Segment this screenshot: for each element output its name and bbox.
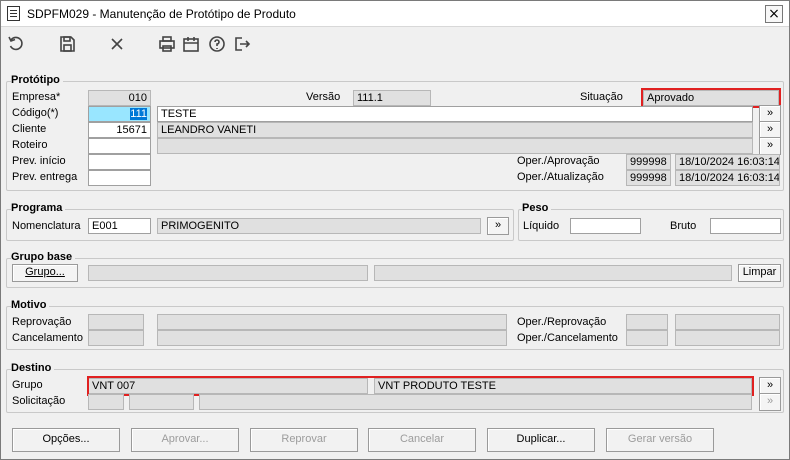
roteiro-lookup-button[interactable]: » — [759, 137, 781, 155]
cancelamento-desc — [157, 330, 507, 346]
prototipo-legend: Protótipo — [11, 74, 63, 86]
reprovacao-code — [88, 314, 144, 330]
reprovacao-label: Reprovação — [12, 316, 72, 328]
oper-cancelamento-date — [675, 330, 780, 346]
cliente-label: Cliente — [12, 123, 47, 135]
destino-grupo-label: Grupo — [12, 379, 43, 391]
peso-legend: Peso — [522, 202, 552, 214]
roteiro-desc-field — [157, 138, 753, 154]
empresa-label: Empresa* — [12, 91, 61, 103]
aprovar-button[interactable]: Aprovar... — [131, 428, 239, 452]
oper-atualizacao-label: Oper./Atualização — [517, 171, 604, 183]
prev-inicio-input[interactable] — [88, 154, 151, 170]
empresa-field: 010 — [88, 90, 151, 106]
prev-entrega-input[interactable] — [88, 170, 151, 186]
roteiro-label: Roteiro — [12, 139, 48, 151]
grupo-base-field-1 — [88, 265, 368, 281]
nomenclatura-desc-field: PRIMOGENITO — [157, 218, 481, 234]
toolbar — [1, 29, 789, 59]
codigo-value: 111 — [130, 108, 147, 120]
oper-cancelamento-user — [626, 330, 668, 346]
solicitacao-label: Solicitação — [12, 395, 66, 407]
solicitacao-field-3 — [199, 394, 752, 410]
cliente-input[interactable]: 15671 — [88, 122, 151, 138]
solicitacao-lookup-button[interactable]: » — [759, 393, 781, 411]
versao-field: 111.1 — [353, 90, 431, 106]
liquido-label: Líquido — [523, 220, 560, 232]
exit-icon[interactable] — [231, 33, 253, 55]
oper-reprovacao-user — [626, 314, 668, 330]
destino-highlight — [87, 376, 754, 396]
grupo-base-field-2 — [374, 265, 732, 281]
cancelamento-label: Cancelamento — [12, 332, 83, 344]
cancelamento-code — [88, 330, 144, 346]
prev-entrega-label: Prev. entrega — [12, 171, 78, 183]
oper-reprovacao-date — [675, 314, 780, 330]
reprovar-button[interactable]: Reprovar — [250, 428, 358, 452]
prev-inicio-label: Prev. início — [12, 155, 66, 167]
solicitacao-field-1 — [88, 394, 124, 410]
roteiro-input[interactable] — [88, 138, 151, 154]
reprovacao-desc — [157, 314, 507, 330]
window-title: SDPFM029 - Manutenção de Protótipo de Pr… — [27, 7, 296, 21]
document-icon — [7, 6, 20, 21]
grupo-button-label: Grupo... — [25, 266, 65, 278]
help-icon[interactable] — [206, 33, 228, 55]
grupo-button[interactable]: Grupo... — [12, 264, 78, 282]
oper-cancelamento-label: Oper./Cancelamento — [517, 332, 618, 344]
codigo-input[interactable]: 111 — [88, 106, 151, 122]
versao-label: Versão — [306, 91, 341, 103]
close-button[interactable]: × — [765, 5, 783, 23]
duplicar-button[interactable]: Duplicar... — [487, 428, 595, 452]
gerar-versao-button[interactable]: Gerar versão — [606, 428, 714, 452]
codigo-desc-field[interactable]: TESTE — [157, 106, 753, 122]
motivo-legend: Motivo — [11, 299, 50, 311]
oper-atualizacao-date: 18/10/2024 16:03:14 — [675, 170, 780, 186]
grupo-base-legend: Grupo base — [11, 251, 76, 263]
limpar-button[interactable]: Limpar — [738, 264, 781, 282]
nomenclatura-label: Nomenclatura — [12, 220, 81, 232]
oper-aprovacao-user: 999998 — [626, 154, 671, 170]
save-icon[interactable] — [56, 33, 78, 55]
title-bar: SDPFM029 - Manutenção de Protótipo de Pr… — [1, 1, 789, 27]
oper-atualizacao-user: 999998 — [626, 170, 671, 186]
bruto-label: Bruto — [670, 220, 697, 232]
solicitacao-field-2 — [129, 394, 194, 410]
print-icon[interactable] — [156, 33, 178, 55]
cancelar-button[interactable]: Cancelar — [368, 428, 476, 452]
calendar-icon[interactable] — [180, 33, 202, 55]
destino-legend: Destino — [11, 362, 55, 374]
nomenclatura-lookup-button[interactable]: » — [487, 217, 509, 235]
situacao-label: Situação — [580, 91, 623, 103]
codigo-label: Código(*) — [12, 107, 59, 119]
oper-aprovacao-label: Oper./Aprovação — [517, 155, 600, 167]
liquido-input[interactable] — [570, 218, 641, 234]
cliente-desc-field: LEANDRO VANETI — [157, 122, 753, 138]
oper-aprovacao-date: 18/10/2024 16:03:14 — [675, 154, 780, 170]
oper-reprovacao-label: Oper./Reprovação — [517, 316, 607, 328]
opcoes-button[interactable]: Opções... — [12, 428, 120, 452]
undo-icon[interactable] — [5, 33, 27, 55]
cancel-icon[interactable] — [106, 33, 128, 55]
main-window: SDPFM029 - Manutenção de Protótipo de Pr… — [0, 0, 790, 460]
bruto-input[interactable] — [710, 218, 781, 234]
nomenclatura-input[interactable]: E001 — [88, 218, 151, 234]
programa-legend: Programa — [11, 202, 66, 214]
